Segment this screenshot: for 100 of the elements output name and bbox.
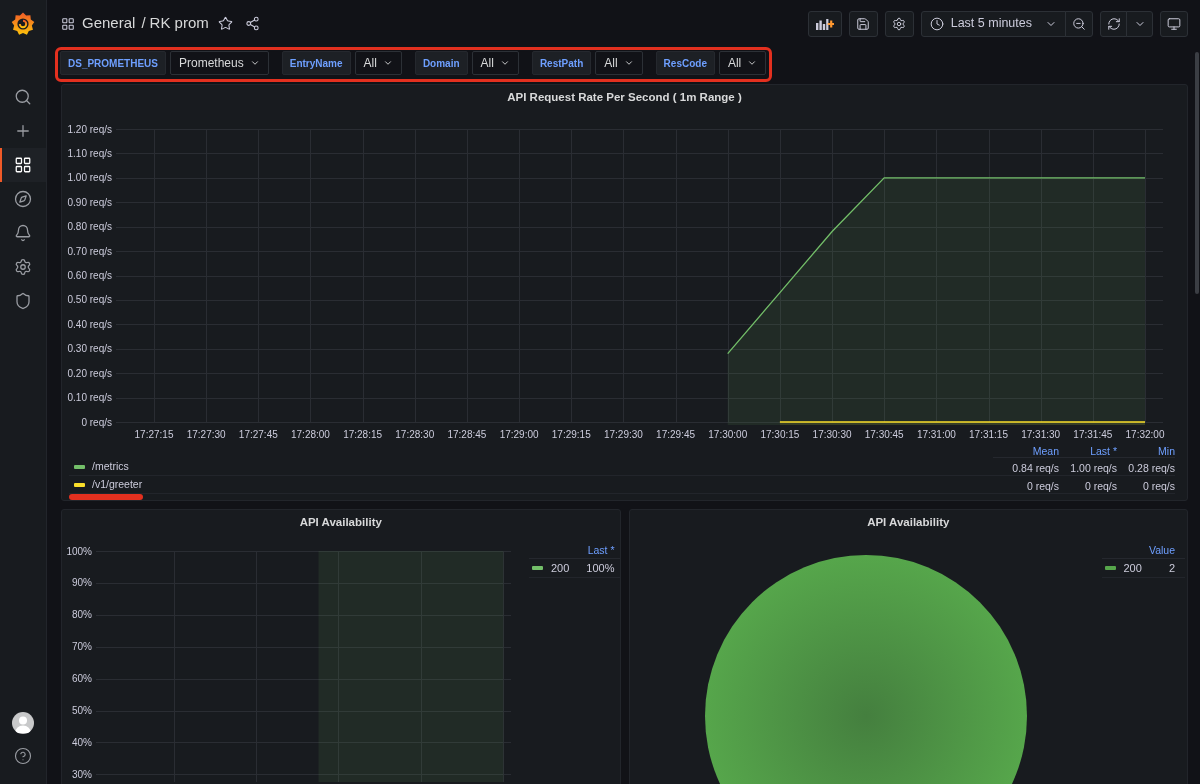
clock-icon [929, 16, 944, 31]
legend-series-name[interactable]: 200 [551, 559, 570, 577]
axis-label: 0.40 req/s [67, 318, 112, 330]
panel-title[interactable]: API Request Rate Per Second ( 1m Range ) [507, 89, 742, 107]
axis-label: 70% [72, 641, 92, 653]
avatar-icon[interactable] [12, 712, 34, 734]
legend-series-name[interactable]: /metrics [92, 458, 129, 475]
axis-label: 17:27:30 [186, 429, 226, 440]
legend-series-name[interactable]: 200 [1123, 559, 1142, 577]
axis-label: 17:28:30 [395, 429, 435, 440]
plus-icon [14, 122, 32, 140]
refresh-icon [1106, 16, 1121, 31]
legend-value: 100% [586, 560, 615, 576]
axis-label: 17:31:15 [969, 429, 1008, 440]
settings-button[interactable] [884, 10, 914, 37]
share-button[interactable] [244, 16, 260, 31]
refresh-button[interactable] [1100, 10, 1127, 37]
tv-mode-button[interactable] [1160, 10, 1188, 37]
legend-value: 0.28 req/s [1128, 461, 1175, 474]
axis-label: 0.20 req/s [67, 367, 112, 379]
axis-label: 1.00 req/s [67, 172, 112, 184]
search-icon [14, 88, 32, 106]
axis-label: 17:29:15 [551, 429, 591, 440]
help-icon[interactable] [14, 747, 32, 765]
legend-value: 0.84 req/s [1012, 461, 1059, 474]
caret-icon [382, 58, 393, 68]
axis-label: 17:32:00 [1125, 429, 1165, 440]
variable-dropdown[interactable]: All [595, 51, 643, 75]
axis-label: 80% [72, 609, 92, 621]
axis-label: 0.60 req/s [67, 270, 112, 281]
axis-label: 17:27:15 [134, 429, 174, 440]
panel-title[interactable]: API Availability [299, 514, 382, 532]
save-icon [856, 16, 871, 31]
variable-dropdown[interactable]: All [471, 51, 519, 75]
axis-label: 0.10 req/s [67, 392, 112, 404]
axis-label: 0.70 req/s [67, 245, 112, 257]
caret-icon [623, 58, 634, 68]
scrollbar-thumb[interactable] [1195, 52, 1199, 294]
axis-label: 17:30:45 [864, 429, 904, 440]
legend-value: 1.00 req/s [1070, 461, 1117, 474]
axis-label: 17:29:00 [499, 429, 539, 440]
breadcrumb-folder[interactable]: General [82, 12, 136, 35]
axis-label: 17:30:00 [708, 429, 748, 440]
grid-icon [14, 156, 32, 174]
legend-value: 0 req/s [1084, 479, 1117, 492]
variable-dropdown[interactable]: All [718, 51, 767, 75]
caret-icon [249, 58, 260, 68]
axis-label: 17:28:00 [291, 429, 330, 440]
legend-value: 0 req/s [1142, 479, 1175, 492]
axis-label: 17:29:30 [603, 429, 643, 440]
axis-label: 0.50 req/s [67, 294, 112, 306]
axis-label: 0 req/s [81, 416, 112, 428]
caret-icon [499, 58, 510, 68]
axis-label: 17:31:30 [1021, 429, 1061, 440]
axis-label: 0.90 req/s [67, 196, 112, 208]
legend-column-header[interactable]: Last * [1090, 445, 1117, 457]
legend-value: 0 req/s [1026, 479, 1059, 492]
caret-icon [747, 58, 758, 68]
axis-label: 17:30:15 [760, 429, 800, 440]
settings-icon [14, 258, 32, 276]
time-range-picker[interactable]: Last 5 minutes [920, 10, 1066, 37]
dashboard-title: RK prom [149, 13, 209, 34]
panel-title[interactable]: API Availability [867, 514, 950, 532]
axis-label: 100% [66, 545, 92, 557]
compass-icon [14, 190, 32, 208]
variable-dropdown[interactable]: All [354, 51, 402, 75]
legend-value: 2 [1168, 560, 1175, 576]
save-button[interactable] [848, 10, 878, 37]
axis-label: 60% [72, 673, 92, 685]
zoom-out-button[interactable] [1065, 10, 1093, 37]
axis-label: 17:28:15 [343, 429, 383, 440]
nav-item[interactable] [0, 148, 46, 182]
legend-column-header[interactable]: Value [1148, 542, 1175, 559]
zoom-out-icon [1072, 16, 1086, 31]
breadcrumb-separator: / [141, 13, 146, 34]
axis-label: 17:27:45 [238, 429, 278, 440]
variable-dropdown[interactable]: Prometheus [170, 51, 269, 75]
variable-label: EntryName [281, 51, 351, 75]
shield-icon [14, 292, 32, 310]
axis-label: 17:28:45 [447, 429, 487, 440]
axis-label: 40% [72, 736, 92, 748]
monitor-icon [1167, 16, 1181, 31]
axis-label: 0.80 req/s [67, 221, 112, 233]
axis-label: 30% [72, 768, 92, 780]
add-panel-button[interactable] [807, 10, 842, 37]
grid-icon [61, 16, 75, 31]
share-icon [244, 16, 260, 31]
legend-column-header[interactable]: Last * [587, 542, 615, 559]
variable-label: DS_PROMETHEUS [60, 51, 166, 75]
chart-plus-icon [815, 17, 834, 30]
star-button[interactable] [217, 16, 233, 31]
axis-label: 17:30:30 [812, 429, 852, 440]
legend-column-header[interactable]: Min [1158, 445, 1175, 457]
legend-column-header[interactable]: Mean [1032, 445, 1059, 457]
axis-label: 17:31:45 [1073, 429, 1113, 440]
variable-label: RestPath [531, 51, 592, 75]
axis-label: 50% [72, 705, 92, 716]
star-icon [217, 16, 233, 31]
legend-series-name[interactable]: /v1/greeter [92, 476, 143, 493]
axis-label: 0.30 req/s [67, 343, 112, 355]
